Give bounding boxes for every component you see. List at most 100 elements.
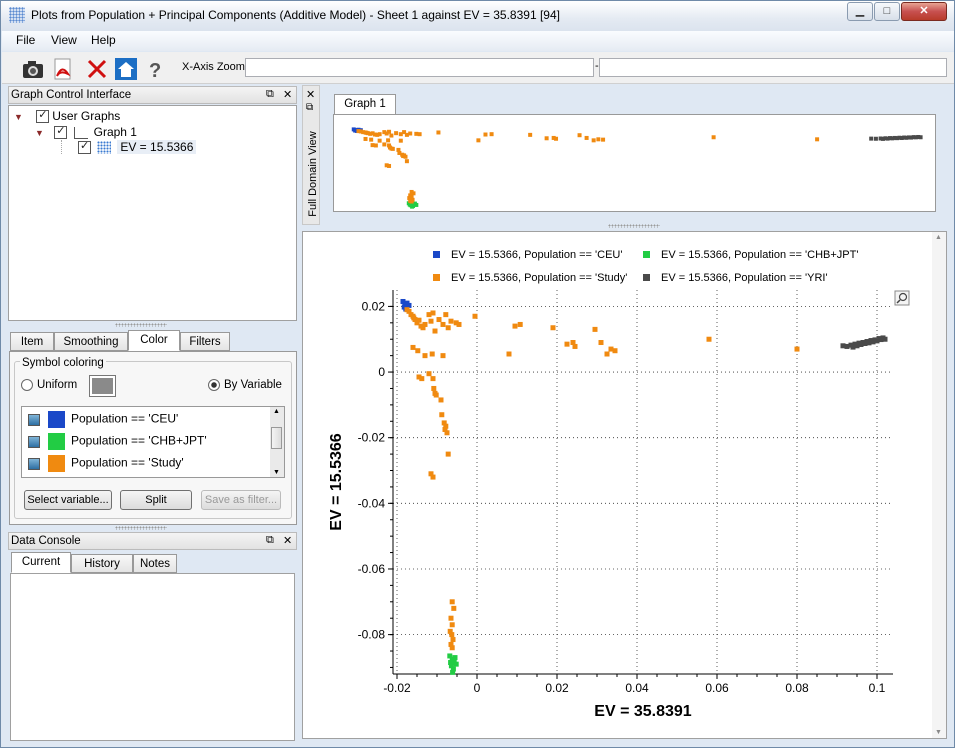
color-entry[interactable]: Population == 'CEU': [28, 411, 178, 428]
zoom-icon: [894, 290, 910, 306]
x-tick-label: 0.08: [785, 681, 809, 695]
menu-file[interactable]: File: [16, 33, 35, 47]
xzoom-min-field[interactable]: [245, 58, 594, 77]
scroll-up-icon[interactable]: ▲: [273, 408, 280, 415]
xzoom-max-field[interactable]: [599, 58, 947, 77]
data-point: [592, 326, 598, 332]
save-as-filter-button[interactable]: Save as filter...: [201, 490, 281, 510]
maximize-button[interactable]: □: [874, 2, 900, 21]
tab-graph1[interactable]: Graph 1: [334, 94, 396, 115]
tab-item[interactable]: Item: [10, 332, 54, 351]
graph-checkbox[interactable]: [54, 124, 68, 140]
overview-point: [409, 199, 414, 204]
tab-filters[interactable]: Filters: [180, 332, 230, 351]
minimize-button[interactable]: ▁: [847, 2, 873, 21]
overview-point: [554, 136, 559, 141]
tree-root-label: User Graphs: [52, 109, 121, 123]
overview-point: [476, 138, 481, 143]
chart-icon: [73, 126, 88, 139]
data-point: [440, 353, 446, 359]
splitter[interactable]: [608, 224, 660, 228]
by-variable-radio[interactable]: By Variable: [208, 379, 282, 391]
checkbox[interactable]: [28, 435, 40, 448]
data-point: [448, 615, 454, 621]
data-point: [445, 451, 451, 457]
tree-series-label: EV = 15.5366: [117, 140, 197, 154]
color-swatch[interactable]: [48, 411, 65, 428]
overview-point: [483, 132, 488, 137]
checkbox[interactable]: [28, 457, 40, 470]
close-panel-icon[interactable]: ✕: [283, 88, 292, 101]
overview-point: [377, 138, 382, 143]
overview-point: [394, 131, 399, 136]
console-output[interactable]: [10, 573, 295, 741]
uniform-radio[interactable]: Uniform: [21, 379, 77, 391]
tab-notes[interactable]: Notes: [133, 554, 177, 573]
close-panel-icon[interactable]: ✕: [283, 534, 292, 547]
radio-off-icon[interactable]: [21, 379, 33, 391]
splitter[interactable]: [115, 323, 167, 327]
color-swatch[interactable]: [48, 433, 65, 450]
series-checkbox[interactable]: [78, 139, 91, 155]
delete-icon[interactable]: [84, 56, 110, 82]
pdf-icon[interactable]: [50, 56, 76, 82]
scroll-down-icon[interactable]: ▼: [935, 729, 942, 736]
scroll-thumb[interactable]: [271, 427, 282, 449]
group-title: Symbol coloring: [20, 357, 106, 369]
data-point: [882, 336, 888, 342]
data-point: [550, 325, 556, 331]
color-entry[interactable]: Population == 'Study': [28, 455, 184, 472]
help-icon[interactable]: ?: [143, 56, 169, 82]
data-point: [449, 645, 455, 651]
data-point: [472, 313, 478, 319]
scroll-up-icon[interactable]: ▲: [935, 234, 942, 241]
float-icon[interactable]: ⧉: [266, 88, 274, 101]
x-tick-label: 0.02: [545, 681, 569, 695]
graph-tree: ▼ User Graphs ▼ Graph 1 EV = 15.5366: [8, 105, 297, 321]
close-panel-icon[interactable]: ✕: [306, 88, 315, 101]
tab-color[interactable]: Color: [128, 330, 180, 351]
data-point: [430, 310, 436, 316]
legend-label: EV = 15.5366, Population == 'YRI': [661, 272, 828, 284]
main-scrollbar[interactable]: ▲ ▼: [932, 232, 946, 738]
select-variable-button[interactable]: Select variable...: [24, 490, 112, 510]
collapse-arrow-icon[interactable]: ▼: [35, 128, 44, 138]
radio-on-icon[interactable]: [208, 379, 220, 391]
menu-view[interactable]: View: [51, 33, 77, 47]
tab-current[interactable]: Current: [11, 552, 71, 573]
data-point: [448, 660, 454, 666]
data-point: [456, 321, 462, 327]
menu-help[interactable]: Help: [91, 33, 116, 47]
tree-series[interactable]: EV = 15.5366: [61, 139, 197, 155]
data-point: [443, 312, 449, 318]
root-checkbox[interactable]: [36, 108, 50, 124]
tree-graph[interactable]: ▼ Graph 1: [35, 124, 137, 140]
float-icon[interactable]: ⧉: [306, 102, 313, 113]
overview-point: [363, 136, 368, 141]
tree-root[interactable]: ▼ User Graphs: [14, 108, 121, 124]
x-tick-label: 0: [474, 681, 481, 695]
color-swatch[interactable]: [48, 455, 65, 472]
home-icon[interactable]: [113, 56, 139, 82]
camera-icon[interactable]: [20, 56, 46, 82]
overview-point: [386, 138, 391, 143]
overview-plot[interactable]: [333, 114, 936, 212]
splitter[interactable]: [115, 526, 167, 530]
tab-smoothing[interactable]: Smoothing: [54, 332, 128, 351]
collapse-arrow-icon[interactable]: ▼: [14, 112, 23, 122]
y-tick-label: 0: [378, 365, 385, 379]
list-scrollbar[interactable]: ▲ ▼: [270, 407, 284, 477]
tab-history[interactable]: History: [71, 554, 133, 573]
split-button[interactable]: Split: [120, 490, 192, 510]
overview-point: [489, 132, 494, 137]
checkbox[interactable]: [28, 413, 40, 426]
overview-point: [869, 136, 874, 141]
float-icon[interactable]: ⧉: [266, 534, 274, 547]
scroll-down-icon[interactable]: ▼: [273, 469, 280, 476]
uniform-color-button[interactable]: [89, 375, 116, 397]
overview-point: [390, 146, 395, 151]
legend-label: EV = 15.5366, Population == 'Study': [451, 272, 627, 284]
main-chart[interactable]: -0.02 0 0.02 0.04 0.06 0.08 0.1 0.02 0 -0.02 -0.04…: [303, 232, 946, 738]
close-button[interactable]: ✕: [901, 2, 947, 21]
color-entry[interactable]: Population == 'CHB+JPT': [28, 433, 207, 450]
